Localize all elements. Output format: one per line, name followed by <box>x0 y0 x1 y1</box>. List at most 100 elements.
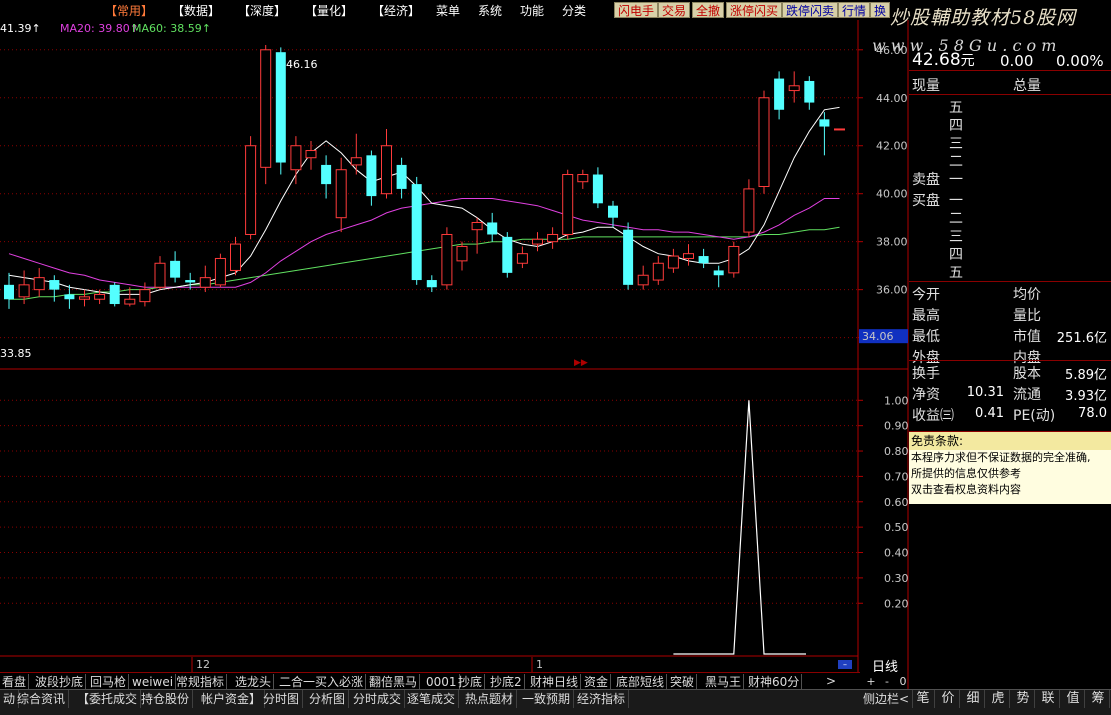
bottom-tab[interactable]: 【委托成交 <box>74 690 142 708</box>
disclaimer-line: 双击查看权息资料内容 <box>911 483 1021 496</box>
mini-zoom-button[interactable]: - <box>880 675 894 688</box>
bottom-tab[interactable]: 综合资讯 <box>14 690 70 708</box>
bottom-tab[interactable]: 逐笔成交 <box>404 690 460 708</box>
indicator-tab[interactable]: 黑马王 <box>703 674 745 690</box>
candle <box>230 236 241 276</box>
indicator-tab[interactable]: 翻倍黑马 <box>367 674 421 690</box>
candle <box>109 282 120 307</box>
sell-level: 三 <box>949 136 963 152</box>
candle-body <box>245 145 257 235</box>
stat-value: 10.31 <box>966 385 1004 400</box>
candle-body <box>411 184 422 281</box>
candle-body <box>350 157 362 166</box>
indicator-tab[interactable]: 突破 <box>668 674 698 690</box>
candle-body <box>562 174 574 235</box>
candle-body <box>623 229 634 285</box>
candle <box>321 155 332 199</box>
candle-body <box>33 277 45 291</box>
side-tab[interactable]: 细 <box>962 690 985 708</box>
candle-body <box>426 280 437 288</box>
side-tab[interactable]: 筹 <box>1087 690 1110 708</box>
bottom-tab[interactable]: 一致预期 <box>519 690 575 708</box>
candle <box>667 248 679 273</box>
candle-body <box>335 169 347 219</box>
stat-value: 251.6亿 <box>1056 331 1107 346</box>
buy-level: 三 <box>949 229 963 245</box>
candle <box>245 136 257 240</box>
indicator-tab[interactable]: 底部短线 <box>614 674 668 690</box>
current-volume-label: 现量 <box>912 78 940 94</box>
indicator-tab[interactable]: 常规指标 <box>174 674 228 690</box>
candle <box>758 90 770 194</box>
bottom-tab[interactable]: 持仓股份 <box>138 690 194 708</box>
candle-body <box>381 145 392 195</box>
bottom-tab[interactable]: 分时图 <box>260 690 304 708</box>
stat-label: 市值 <box>1013 329 1041 345</box>
candle <box>516 246 528 269</box>
candle-body <box>652 262 664 281</box>
indicator-tab[interactable]: 回马枪 <box>88 674 130 690</box>
chart-grid <box>0 20 909 690</box>
candle <box>577 169 589 189</box>
indicator-tab[interactable]: 二合一买入必涨 <box>277 674 367 690</box>
side-tab[interactable]: 势 <box>1012 690 1035 708</box>
side-tab[interactable]: 联 <box>1037 690 1060 708</box>
candle-body <box>64 294 75 300</box>
indicator-tick-label: 0.30 <box>884 572 909 585</box>
indicator-tab[interactable]: 资金 <box>582 674 612 690</box>
bottom-tab[interactable]: 分时成交 <box>350 690 406 708</box>
candle-body <box>698 256 709 264</box>
indicator-tab[interactable]: 财神日线 <box>528 674 582 690</box>
sell-level: 二 <box>949 154 963 170</box>
period-button[interactable]: 日线 <box>872 656 898 675</box>
candle-body <box>532 238 543 245</box>
indicator-tab[interactable]: weiwei <box>130 674 177 690</box>
scroll-right-button[interactable]: > <box>826 674 836 688</box>
indicator-tab[interactable]: 0001 <box>424 674 460 690</box>
bottom-tab[interactable]: 帐户资金】 <box>198 690 266 708</box>
indicator-tab[interactable]: 抄底 <box>456 674 486 690</box>
mini-zoom-button[interactable]: 0 <box>896 675 910 688</box>
indicator-tab[interactable]: 波段抄底 <box>33 674 87 690</box>
price-tick-label: 36.00 <box>876 284 908 297</box>
candle-body <box>260 49 272 168</box>
indicator-tab[interactable]: 抄底2 <box>488 674 525 690</box>
side-panel-toggle[interactable]: 侧边栏< <box>860 690 914 708</box>
side-tab[interactable]: 价 <box>937 690 960 708</box>
candle <box>471 217 483 254</box>
candle-body <box>502 236 513 273</box>
price-tick-label: 44.00 <box>876 92 908 105</box>
candle-body <box>4 284 14 300</box>
side-tab[interactable]: 笔 <box>912 690 935 708</box>
moving-average-lines <box>8 106 840 300</box>
disclaimer-box[interactable]: 免责条款: 本程序力求但不保证数据的完全准确, 所提供的信息仅供参考 双击查看权息资… <box>909 432 1111 504</box>
side-tab[interactable]: 值 <box>1062 690 1085 708</box>
candle-body <box>592 174 603 204</box>
candle <box>49 275 60 302</box>
candle-body <box>18 284 30 298</box>
indicator-tab[interactable]: 选龙头 <box>233 674 275 690</box>
candle <box>33 268 45 297</box>
high-price-label: 46.16 <box>286 58 318 71</box>
indicator-tab[interactable]: 财神60分 <box>746 674 803 690</box>
indicator-tick-label: 0.80 <box>884 445 909 458</box>
candle-body <box>321 164 332 185</box>
candle <box>350 133 362 175</box>
side-tab[interactable]: 虎 <box>987 690 1010 708</box>
bottom-tab[interactable]: 经济指标 <box>574 690 630 708</box>
candle <box>154 256 166 290</box>
indicator-tab[interactable]: 看盘 <box>0 674 30 690</box>
bottom-tab[interactable]: 热点题材 <box>462 690 518 708</box>
candle <box>441 227 453 290</box>
candle <box>743 179 755 237</box>
candle <box>366 150 377 206</box>
candle-body <box>728 245 740 274</box>
bottom-tab[interactable]: 分析图 <box>306 690 350 708</box>
candle-body <box>683 253 694 259</box>
candle-body <box>456 245 468 262</box>
mini-zoom-button[interactable]: + <box>864 675 878 688</box>
candle-body <box>516 253 528 264</box>
disclaimer-line: 本程序力求但不保证数据的完全准确, <box>911 451 1091 464</box>
candle-body <box>94 293 106 300</box>
candle-body <box>170 260 181 278</box>
